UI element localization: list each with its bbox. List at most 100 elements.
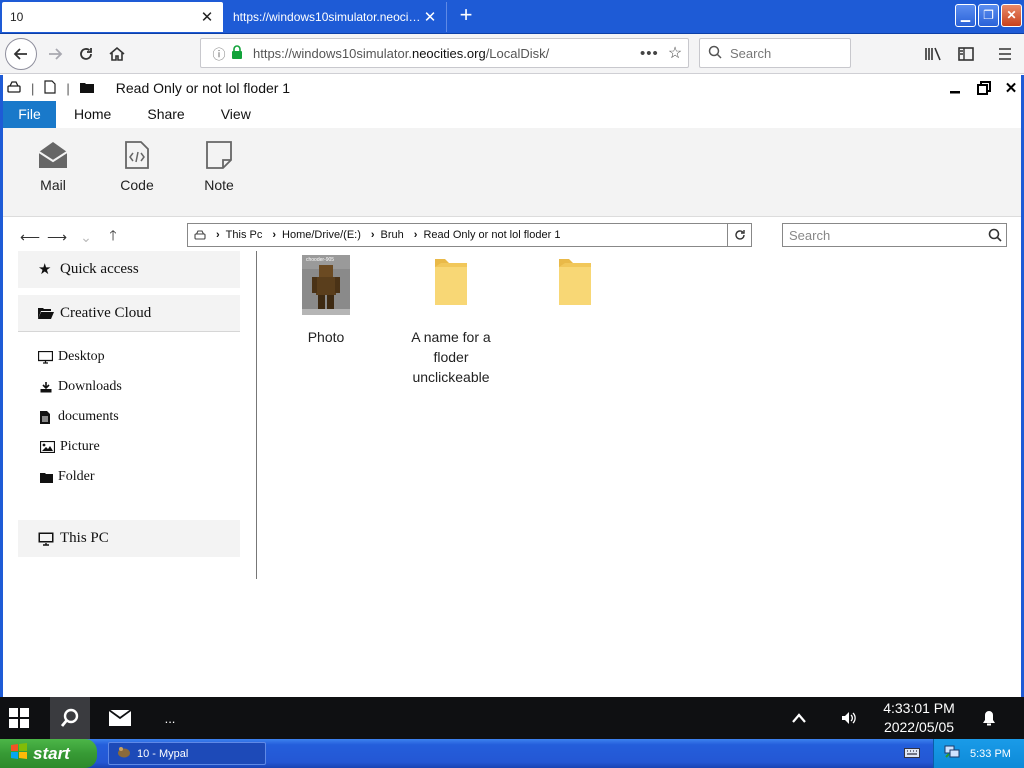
- start-label: start: [33, 743, 70, 763]
- breadcrumb-item[interactable]: › Home/Drive/(E:): [272, 229, 361, 241]
- code-button[interactable]: Code: [107, 140, 167, 193]
- breadcrumb-item[interactable]: › Bruh: [371, 229, 404, 241]
- sidebar-item-this-pc[interactable]: This PC: [18, 520, 240, 557]
- nav-back-icon[interactable]: ⟵: [20, 229, 40, 245]
- tab-close-icon[interactable]: ✕: [422, 8, 438, 26]
- folder-icon: [79, 80, 94, 96]
- note-button[interactable]: Note: [189, 140, 249, 193]
- search-placeholder: Search: [730, 45, 772, 61]
- tab-file[interactable]: File: [3, 101, 56, 128]
- lock-icon[interactable]: [231, 44, 247, 62]
- info-icon[interactable]: ⓘ: [209, 44, 229, 63]
- mail-icon: [37, 140, 69, 173]
- tab-home[interactable]: Home: [56, 101, 129, 128]
- win10-taskbar: ... 4:33:01 PM 2022/05/05: [0, 697, 1024, 739]
- taskbar-search-icon[interactable]: [50, 697, 90, 739]
- nav-up-icon[interactable]: 🡑: [104, 227, 122, 245]
- drive-icon[interactable]: [7, 80, 21, 96]
- mail-label: Mail: [40, 177, 66, 193]
- sidebar-label: This PC: [60, 530, 109, 546]
- window-close-button[interactable]: ✕: [1001, 4, 1022, 27]
- open-folder-icon: [38, 307, 60, 320]
- browser-tab[interactable]: https://windows10simulator.neocities.org…: [225, 2, 447, 32]
- breadcrumb-label: This Pc: [225, 229, 263, 241]
- sidebar-item-quick-access[interactable]: ★ Quick access: [18, 251, 240, 288]
- taskbar-mail-icon[interactable]: [100, 697, 140, 739]
- sidebar-label: Picture: [60, 439, 100, 454]
- sidebar-item-desktop[interactable]: Desktop: [38, 347, 105, 367]
- page-actions-icon[interactable]: •••: [640, 45, 662, 62]
- volume-icon[interactable]: [836, 697, 862, 739]
- xp-system-tray: 5:33 PM: [933, 739, 1024, 768]
- window-restore-button[interactable]: ❐: [978, 4, 999, 27]
- bookmark-star-icon[interactable]: ☆: [662, 43, 688, 63]
- tab-close-icon[interactable]: ✕: [199, 8, 215, 26]
- home-icon[interactable]: [102, 39, 132, 69]
- recent-locations-icon[interactable]: ⌄: [77, 229, 95, 245]
- explorer-title-bar: | | Read Only or not lol floder 1 ✕: [3, 75, 1021, 101]
- address-row: ⟵ ⟶ ⌄ 🡑 › This Pc › Home/Drive/(E:) › Bruh …: [3, 217, 1021, 251]
- explorer-search-input[interactable]: Search: [782, 223, 1007, 247]
- network-icon[interactable]: [944, 745, 960, 762]
- reload-icon[interactable]: [71, 39, 101, 69]
- toolbar-separator: |: [31, 80, 35, 96]
- menu-icon[interactable]: [994, 44, 1016, 64]
- sidebar-item-folder[interactable]: Folder: [40, 467, 95, 487]
- search-icon[interactable]: [984, 228, 1006, 242]
- sidebar-label: documents: [58, 409, 119, 424]
- tab-view[interactable]: View: [203, 101, 269, 128]
- ribbon-panel: Mail Code Note: [3, 128, 1021, 217]
- taskbar-task-mypal[interactable]: 10 - Mypal: [108, 742, 266, 765]
- sidebar-item-creative-cloud[interactable]: Creative Cloud: [18, 295, 240, 332]
- file-name: A name for a floder unclickeable: [411, 329, 491, 385]
- new-file-icon[interactable]: [44, 79, 56, 97]
- tab-share[interactable]: Share: [129, 101, 202, 128]
- explorer-restore-icon[interactable]: [974, 79, 994, 97]
- sidebar-item-picture[interactable]: Picture: [40, 437, 100, 457]
- xp-clock[interactable]: 5:33 PM: [970, 748, 1011, 760]
- file-item-photo[interactable]: chooder-905 Photo: [276, 255, 376, 347]
- tab-title: 10: [10, 10, 24, 24]
- file-item-folder[interactable]: A name for a floder unclickeable: [401, 255, 501, 387]
- xp-taskbar: start 10 - Mypal 5:33 PM: [0, 739, 1024, 768]
- sidebar-label: Creative Cloud: [60, 304, 152, 321]
- star-icon: ★: [38, 262, 52, 278]
- explorer-minimize-icon[interactable]: [945, 79, 965, 97]
- note-label: Note: [204, 177, 234, 193]
- file-item-folder[interactable]: [525, 255, 625, 327]
- address-bar[interactable]: › This Pc › Home/Drive/(E:) › Bruh › Read On…: [187, 223, 728, 247]
- library-icon[interactable]: [922, 44, 944, 64]
- browser-search-input[interactable]: Search: [699, 38, 851, 68]
- photo-thumbnail-caption: chooder-905: [306, 257, 335, 263]
- note-icon: [205, 140, 233, 173]
- explorer-close-icon[interactable]: ✕: [1001, 79, 1021, 97]
- chevron-up-icon[interactable]: [786, 697, 812, 739]
- explorer-search-placeholder: Search: [789, 227, 831, 243]
- breadcrumb-label: Bruh: [380, 229, 404, 241]
- taskbar-more[interactable]: ...: [152, 697, 188, 739]
- nav-forward-icon[interactable]: ⟶: [47, 229, 67, 245]
- mail-button[interactable]: Mail: [23, 140, 83, 193]
- windows-start-icon[interactable]: [0, 697, 38, 739]
- task-label: 10 - Mypal: [137, 747, 189, 760]
- forward-icon[interactable]: [40, 39, 70, 69]
- window-minimize-button[interactable]: ▁: [955, 4, 976, 27]
- keyboard-icon[interactable]: [903, 745, 921, 761]
- sidebar-item-downloads[interactable]: Downloads: [40, 377, 122, 397]
- breadcrumb-item[interactable]: › This Pc: [216, 229, 262, 241]
- clock-date: 2022/05/05: [883, 719, 955, 735]
- refresh-icon[interactable]: [728, 223, 752, 247]
- sidebar-icon[interactable]: [955, 44, 977, 64]
- notification-bell-icon[interactable]: [976, 697, 1002, 739]
- screen: 10 ✕ https://windows10simulator.neocitie…: [0, 0, 1024, 768]
- back-icon[interactable]: [5, 38, 37, 70]
- sidebar-item-documents[interactable]: documents: [40, 407, 119, 427]
- xp-start-button[interactable]: start: [0, 739, 97, 768]
- tab-title: https://windows10simulator.neocities.org…: [233, 10, 422, 24]
- sidebar-label: Quick access: [60, 261, 139, 277]
- breadcrumb-item[interactable]: › Read Only or not lol floder 1: [414, 229, 561, 241]
- url-bar[interactable]: ⓘ https://windows10simulator.neocities.o…: [200, 38, 689, 68]
- taskbar-clock[interactable]: 4:33:01 PM 2022/05/05: [866, 697, 972, 739]
- new-tab-icon[interactable]: +: [455, 4, 477, 28]
- browser-tab-active[interactable]: 10 ✕: [2, 2, 223, 32]
